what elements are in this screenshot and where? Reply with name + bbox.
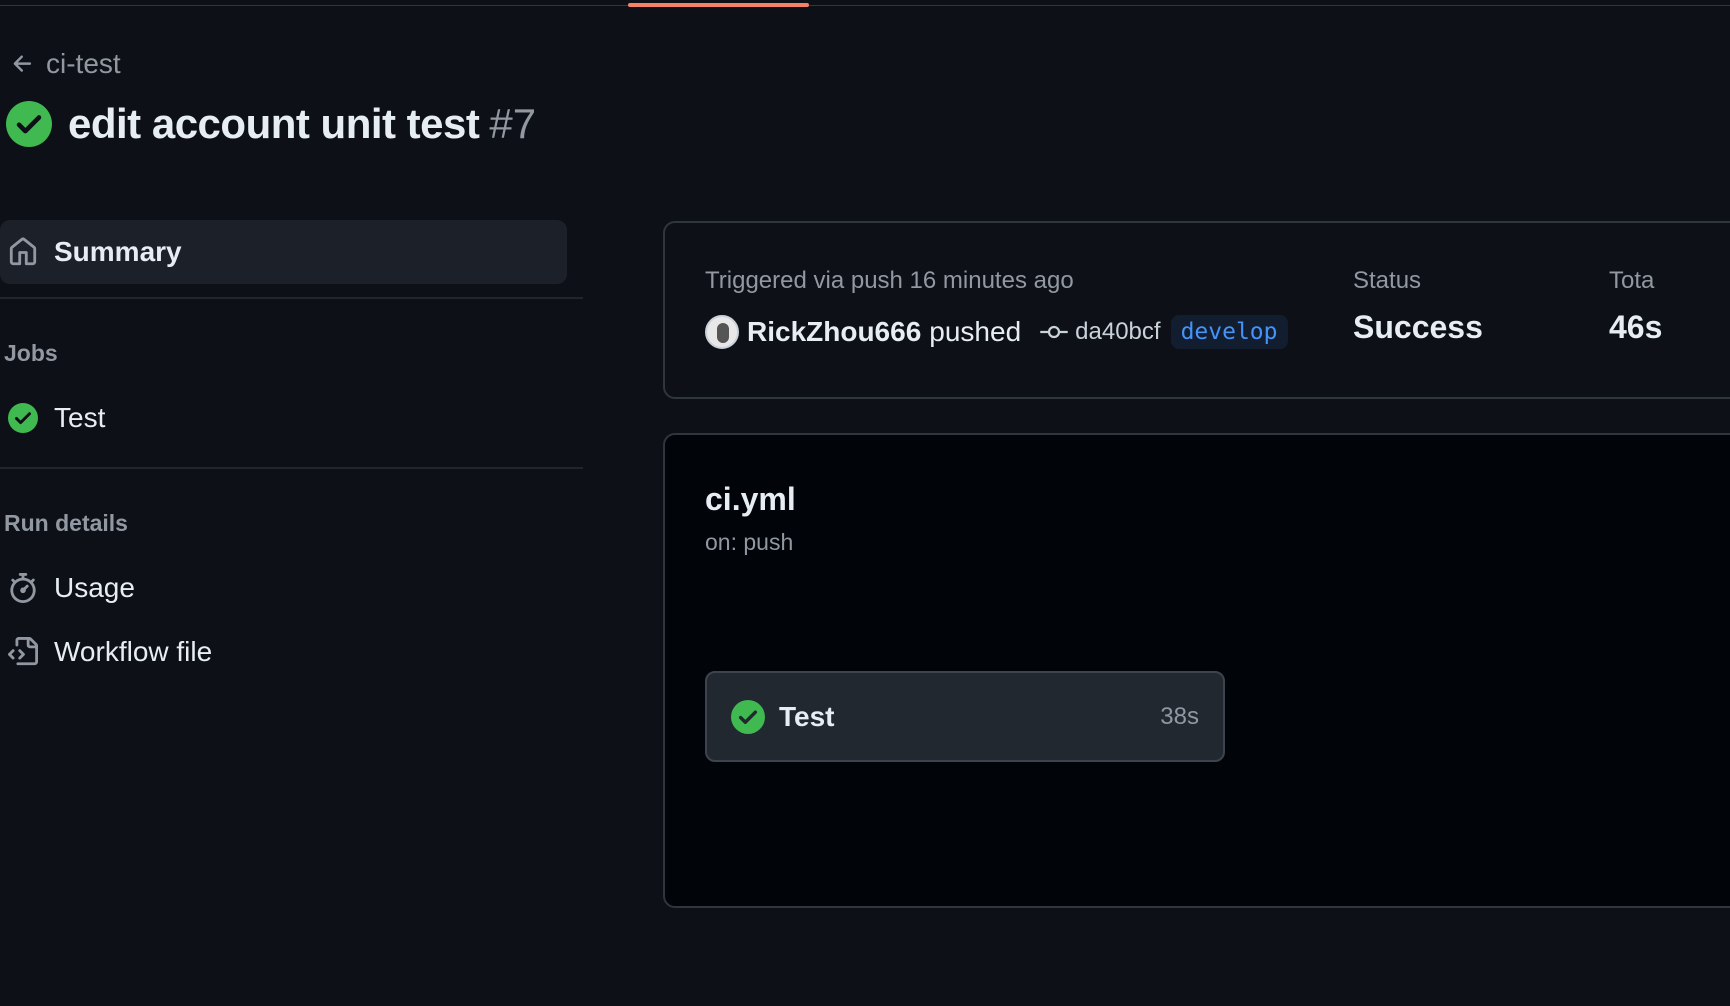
run-title: edit account unit test #7: [6, 100, 536, 148]
check-circle-icon: [8, 403, 38, 433]
git-commit-icon: [1040, 325, 1068, 339]
trigger-details: RickZhou666 pushed da40bcf develop: [705, 315, 1288, 349]
commit-sha-link[interactable]: da40bcf: [1075, 318, 1160, 346]
sidebar-item-workflow-file[interactable]: Workflow file: [8, 636, 212, 668]
avatar[interactable]: [705, 315, 739, 349]
active-tab-indicator: [628, 3, 809, 7]
back-link-label: ci-test: [46, 48, 121, 79]
workflow-trigger: on: push: [705, 529, 794, 555]
arrow-left-icon: [13, 55, 32, 72]
job-name: Test: [779, 700, 835, 732]
action-text: pushed: [929, 316, 1022, 347]
run-title-text: edit account unit test: [68, 100, 480, 147]
job-duration: 38s: [1160, 702, 1199, 730]
sidebar-divider: [0, 297, 583, 299]
back-link[interactable]: ci-test: [10, 48, 121, 80]
jobs-heading: Jobs: [4, 340, 58, 366]
header-divider: [0, 5, 1730, 6]
total-duration-value: 46s: [1609, 309, 1663, 345]
sidebar-item-job-test[interactable]: Test: [8, 402, 105, 434]
sidebar-item-summary[interactable]: Summary: [0, 220, 567, 284]
run-number: #7: [489, 100, 537, 147]
sidebar-item-label: Workflow file: [54, 636, 213, 667]
sidebar-item-summary-label: Summary: [54, 236, 182, 267]
run-summary-card: Triggered via push 16 minutes ago RickZh…: [663, 221, 1730, 399]
branch-badge[interactable]: develop: [1170, 315, 1288, 349]
sidebar-divider: [0, 467, 583, 469]
home-icon: [9, 237, 37, 266]
check-circle-icon: [731, 699, 765, 734]
sidebar-item-usage[interactable]: Usage: [8, 572, 135, 604]
job-node-test[interactable]: Test 38s: [705, 671, 1225, 762]
status-label: Status: [1353, 267, 1422, 294]
status-value: Success: [1353, 309, 1483, 345]
workflow-graph-card: ci.yml on: push Test 38s: [663, 433, 1730, 908]
sidebar-item-label: Test: [54, 402, 106, 433]
stopwatch-icon: [10, 573, 36, 603]
run-details-heading: Run details: [4, 510, 128, 536]
actor-link[interactable]: RickZhou666: [747, 316, 921, 348]
sidebar-item-label: Usage: [54, 572, 135, 603]
total-duration-label: Tota: [1609, 267, 1655, 294]
file-code-icon: [8, 637, 38, 666]
workflow-file-name: ci.yml: [705, 481, 796, 517]
check-circle-icon: [6, 101, 52, 147]
trigger-text: Triggered via push 16 minutes ago: [705, 267, 1074, 294]
